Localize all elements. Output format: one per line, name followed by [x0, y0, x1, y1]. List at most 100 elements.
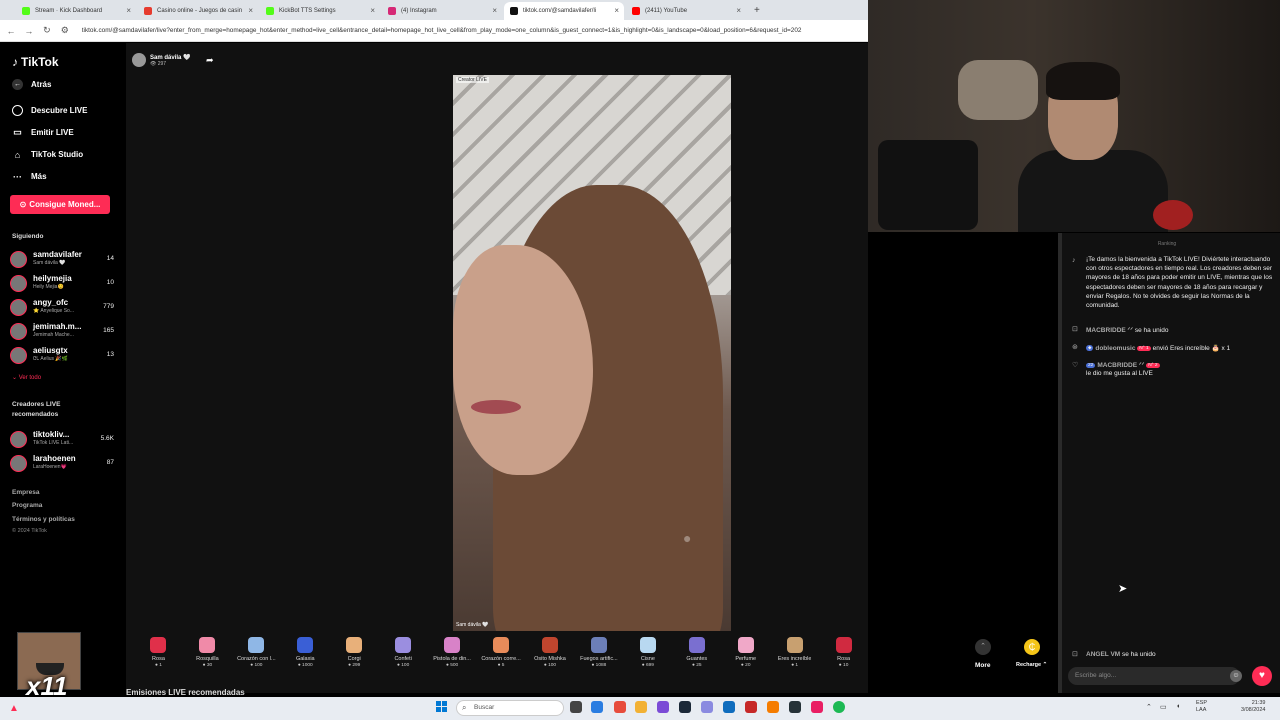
file-explorer-icon[interactable] [635, 701, 647, 713]
recharge-button[interactable]: Recharge ⌃ [1016, 662, 1047, 668]
app-icon[interactable] [701, 701, 713, 713]
chat-user[interactable]: MACBRIDDE ᐟᐟ [1097, 362, 1144, 369]
edge-icon[interactable] [591, 701, 603, 713]
chevron-up-icon[interactable]: ⌃ [1146, 703, 1152, 711]
close-icon[interactable]: × [126, 6, 131, 15]
chat-input[interactable]: Escribe algo... [1068, 667, 1240, 685]
browser-tab[interactable]: (2411) YouTube × [626, 2, 746, 20]
obs-icon[interactable] [789, 701, 801, 713]
app-icon[interactable] [745, 701, 757, 713]
share-icon[interactable]: ➦ [206, 55, 214, 66]
gift-price: ● 299 [348, 663, 361, 668]
forward-arrow-icon[interactable]: → [22, 26, 36, 36]
taskbar-search[interactable]: ⌕ Buscar [456, 700, 564, 716]
following-item[interactable]: heilymejia Heily Mejia☺️ 10 [10, 274, 114, 292]
chrome-icon[interactable] [614, 701, 626, 713]
back-arrow-icon[interactable]: ← [4, 26, 18, 36]
close-icon[interactable]: × [370, 6, 375, 15]
tiktok-studio-icon[interactable] [811, 701, 823, 713]
language-indicator[interactable]: ESP LAA [1196, 700, 1207, 714]
gift-item[interactable]: Corazón corre... ● 5 [477, 631, 526, 681]
gift-item[interactable]: Confeti ● 100 [379, 631, 428, 681]
chat-header: Ranking [1157, 241, 1177, 247]
volume-icon[interactable]: ◖ [1176, 703, 1180, 710]
browser-tab[interactable]: Stream · Kick Dashboard × [16, 2, 136, 20]
viewer-count: 165 [103, 327, 114, 334]
browser-tab[interactable]: Casino online - Juegos de casin × [138, 2, 258, 20]
menu-mas[interactable]: ··· Más [12, 171, 47, 182]
footer-link-terminos[interactable]: Términos y políticas [12, 516, 75, 523]
gift-icon [346, 637, 363, 653]
like-heart-button[interactable]: ♥ [1252, 666, 1272, 686]
gift-item[interactable]: Guantes ● 25 [672, 631, 721, 681]
gift-icon [786, 637, 803, 653]
browser-tab-active[interactable]: tiktok.com/@samdavilafer/li × [504, 2, 624, 20]
gift-item[interactable]: Rosa ● 10 [819, 631, 868, 681]
recommended-title: Emisiones LIVE recomendadas [126, 688, 245, 697]
viewer-count: 5.6K [100, 435, 114, 442]
gift-item[interactable]: Cisne ● 699 [623, 631, 672, 681]
footer-link-empresa[interactable]: Empresa [12, 489, 39, 496]
app-icon[interactable] [767, 701, 779, 713]
user-name: heilymejia [33, 274, 72, 283]
warning-icon[interactable]: ▲ [9, 703, 19, 714]
menu-emitir-live[interactable]: ▭ Emitir LIVE [12, 127, 73, 138]
creator-item[interactable]: tiktokliv... TikTok LIVE Lati... 5.6K [10, 430, 114, 448]
live-video[interactable]: Creator LIVE Sam dávila 🤍 ● [453, 75, 731, 632]
creator-item[interactable]: larahoenen LaraHoenen💗 87 [10, 454, 114, 472]
more-gifts-button[interactable]: More [975, 662, 991, 669]
following-item[interactable]: angy_ofc ⭐ Anyelique So... 779 [10, 298, 114, 316]
close-icon[interactable]: × [614, 6, 619, 15]
gift-item[interactable]: Eres increíble ● 1 [770, 631, 819, 681]
following-item[interactable]: jemimah.m... Jemimah Mache... 165 [10, 322, 114, 340]
gift-item[interactable]: Pistola de din... ● 500 [428, 631, 477, 681]
gift-item[interactable]: Rosquilla ● 30 [183, 631, 232, 681]
new-tab-icon[interactable]: + [754, 2, 760, 20]
chat-message: MACBRIDDE ᐟᐟ se ha unido [1086, 326, 1168, 334]
windows-start-icon[interactable] [436, 701, 447, 712]
store-icon[interactable] [723, 701, 735, 713]
network-icon[interactable]: ▭ [1160, 703, 1167, 711]
close-icon[interactable]: × [736, 6, 741, 15]
browser-tab[interactable]: KickBot TTS Settings × [260, 2, 380, 20]
chat-user[interactable]: dobleomusic [1095, 345, 1135, 352]
gift-item[interactable]: Galaxia ● 1000 [281, 631, 330, 681]
coin-icon[interactable]: ₵ [1024, 639, 1040, 655]
user-name: aeliusgtx [33, 346, 68, 355]
chat-text: envió Eres increíble 🎂 x 1 [1152, 345, 1231, 352]
back-button[interactable]: ← Atrás [12, 79, 51, 90]
expand-up-icon[interactable]: ⌃ [975, 639, 991, 655]
browser-tab[interactable]: (4) Instagram × [382, 2, 502, 20]
following-item[interactable]: aeliusgtx ᏣᏓ Aelius 🎉🌿 13 [10, 346, 114, 364]
taskbar-clock[interactable]: 21:39 3/08/2024 [1241, 700, 1265, 714]
emoji-icon[interactable]: ☺ [1230, 670, 1242, 682]
gift-item[interactable]: Osito Mishka ● 100 [526, 631, 575, 681]
gift-item[interactable]: Perfume ● 20 [721, 631, 770, 681]
chat-user[interactable]: MACBRIDDE ᐟᐟ [1086, 327, 1133, 334]
spotify-icon[interactable] [833, 701, 845, 713]
close-icon[interactable]: × [492, 6, 497, 15]
gift-name: Pistola de din... [433, 656, 471, 662]
get-coins-button[interactable]: ⊙ Consigue Moned... [10, 195, 110, 214]
site-info-icon[interactable]: ⚙ [58, 25, 72, 36]
chat-user[interactable]: ANGEL VM [1086, 651, 1120, 658]
gift-item[interactable]: Corazón con l... ● 100 [232, 631, 281, 681]
menu-tiktok-studio[interactable]: ⌂ TikTok Studio [12, 149, 83, 160]
reload-icon[interactable]: ↻ [40, 25, 54, 36]
tab-title: Stream · Kick Dashboard [35, 8, 103, 14]
see-all-link[interactable]: ⌄ Ver todo [12, 374, 41, 381]
gift-item[interactable]: Rosa ● 1 [134, 631, 183, 681]
app-icon[interactable] [657, 701, 669, 713]
gift-item[interactable]: Fuegos artific... ● 1088 [574, 631, 623, 681]
host-info[interactable]: Sam dávila 🤍 👁 297 [132, 53, 191, 67]
following-item[interactable]: samdavilafer Sam dávila 🤍 14 [10, 250, 114, 268]
close-icon[interactable]: × [248, 6, 253, 15]
gift-item[interactable]: Corgi ● 299 [330, 631, 379, 681]
steam-icon[interactable] [679, 701, 691, 713]
menu-descubre-live[interactable]: Descubre LIVE [12, 105, 87, 116]
tiktok-logo[interactable]: ♪ TikTok [12, 55, 59, 69]
stream-emote-overlay: x11 [17, 632, 81, 701]
url-field[interactable]: tiktok.com/@samdavilafer/live?enter_from… [82, 27, 868, 34]
task-view-icon[interactable] [570, 701, 582, 713]
footer-link-programa[interactable]: Programa [12, 502, 42, 509]
